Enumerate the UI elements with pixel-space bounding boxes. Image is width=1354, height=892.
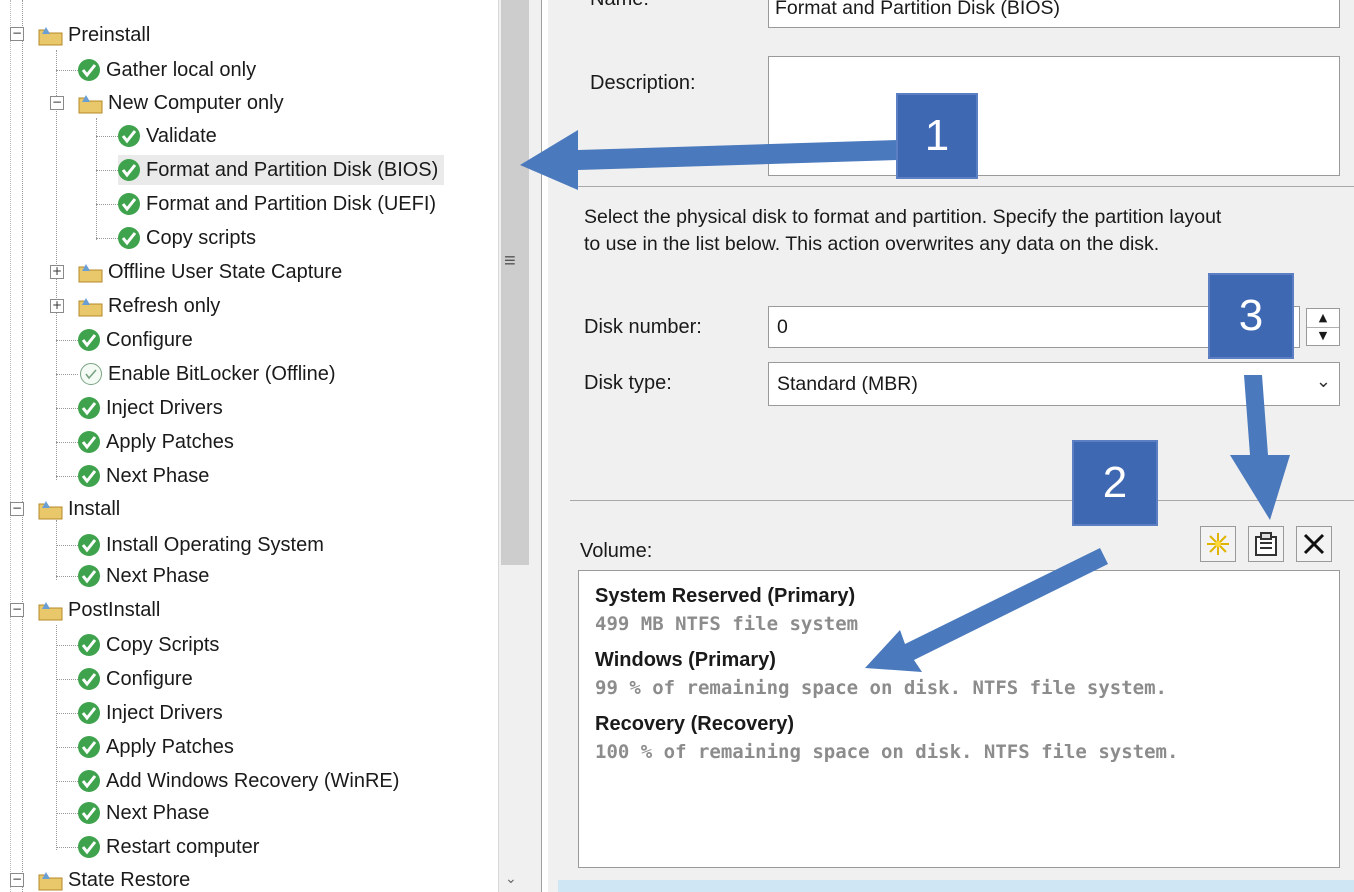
arrow-3 (1230, 375, 1290, 520)
annotation-badge-3: 3 (1208, 273, 1294, 359)
annotation-badge-1: 1 (896, 93, 978, 179)
arrow-2 (865, 548, 1108, 672)
annotation-badge-2: 2 (1072, 440, 1158, 526)
arrow-1 (520, 130, 898, 190)
